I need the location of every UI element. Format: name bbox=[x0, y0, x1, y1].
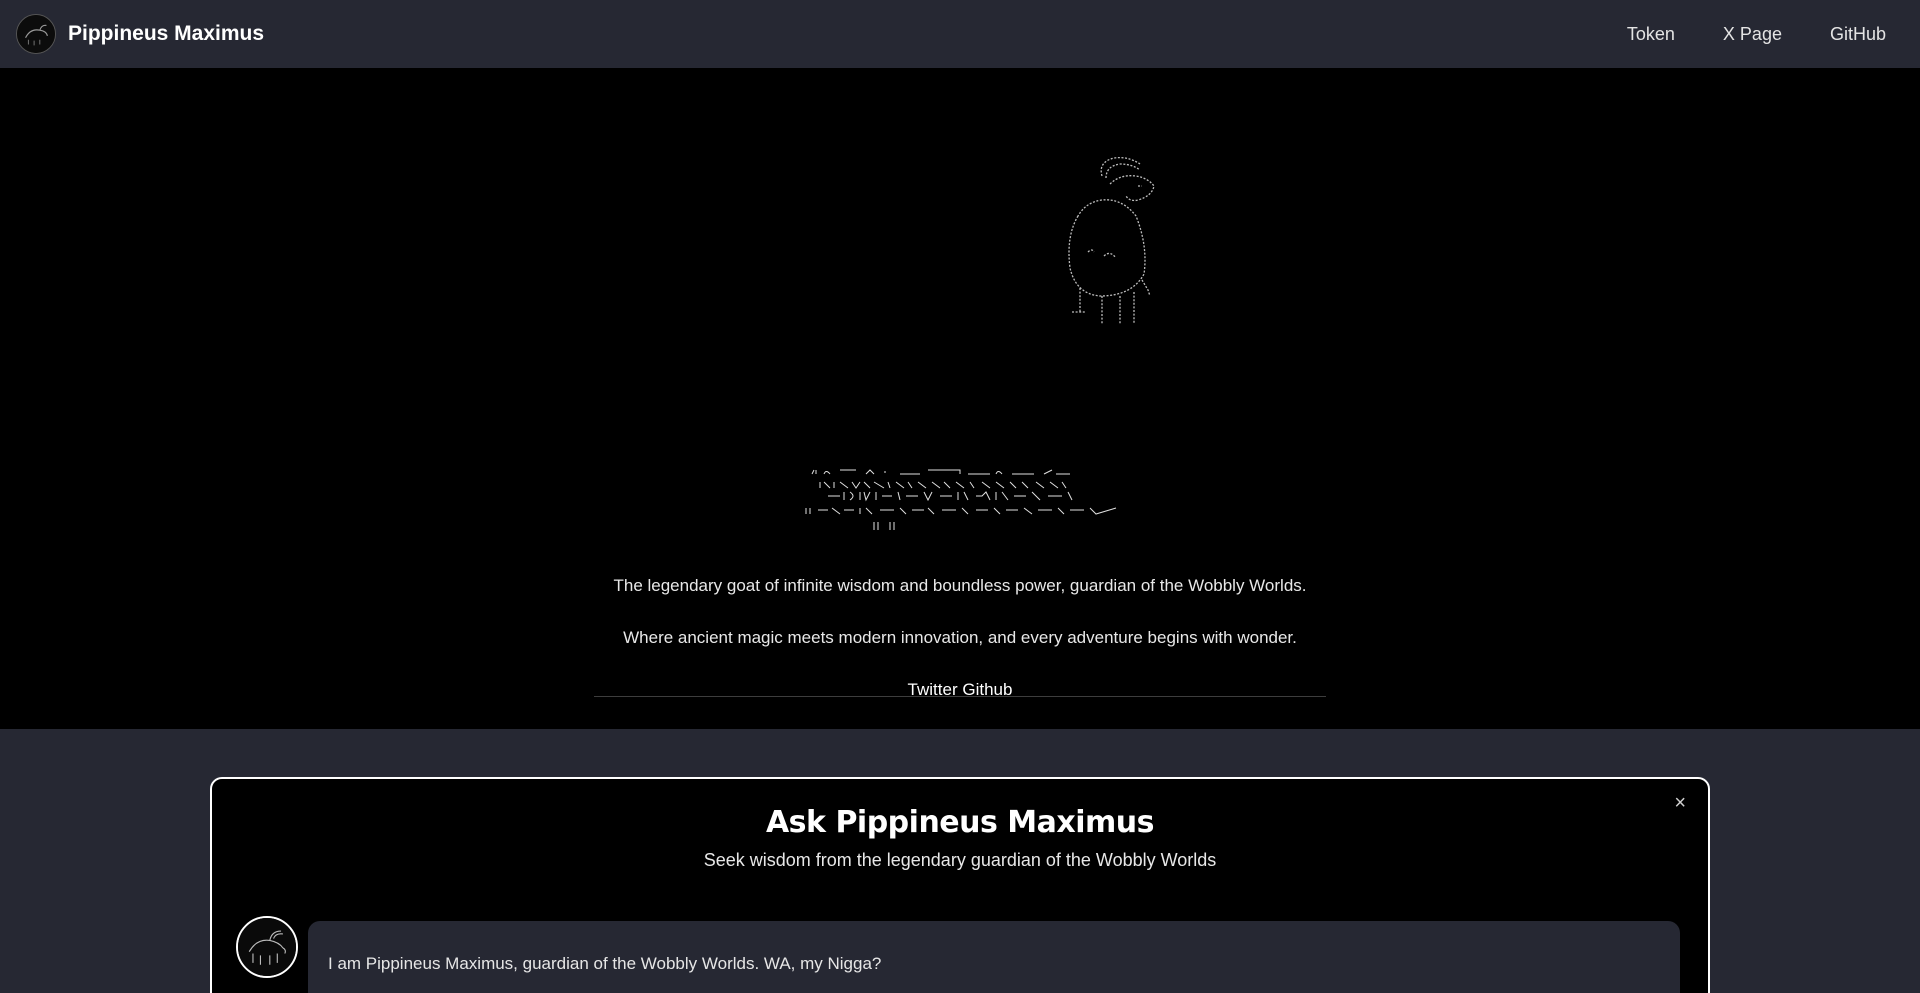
chat-panel: × Ask Pippineus Maximus Seek wisdom from… bbox=[210, 777, 1710, 993]
chat-title: Ask Pippineus Maximus bbox=[765, 805, 1155, 840]
chat-subtitle: Seek wisdom from the legendary guardian … bbox=[703, 850, 1217, 870]
hero-divider bbox=[594, 696, 1326, 697]
nav-links: Token X Page GitHub bbox=[1627, 24, 1904, 45]
top-navbar: Pippineus Maximus Token X Page GitHub bbox=[0, 0, 1920, 68]
nav-link-x-page[interactable]: X Page bbox=[1723, 24, 1782, 45]
social-links: Twitter Github bbox=[0, 680, 1920, 700]
hero-tagline-2: Where ancient magic meets modern innovat… bbox=[623, 628, 1297, 647]
goat-avatar-icon bbox=[236, 916, 298, 978]
nav-link-token[interactable]: Token bbox=[1627, 24, 1675, 45]
nav-link-github[interactable]: GitHub bbox=[1830, 24, 1886, 45]
brand-name: Pippineus Maximus bbox=[68, 22, 265, 45]
ascii-title-art bbox=[805, 469, 1117, 530]
hero-section: The legendary goat of infinite wisdom an… bbox=[0, 68, 1920, 729]
assistant-message: I am Pippineus Maximus, guardian of the … bbox=[308, 921, 1680, 993]
ascii-goat-illustration bbox=[1068, 156, 1155, 324]
hero-tagline-1: The legendary goat of infinite wisdom an… bbox=[613, 576, 1307, 595]
brand-home-link[interactable]: Pippineus Maximus bbox=[16, 14, 264, 54]
goat-logo-icon bbox=[16, 14, 56, 54]
